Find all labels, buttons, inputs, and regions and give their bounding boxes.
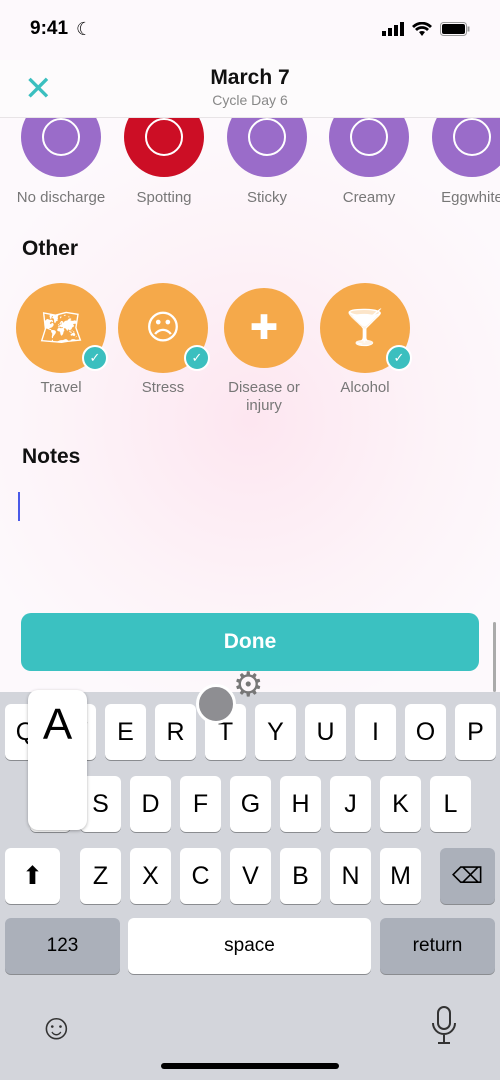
key-c[interactable]: C xyxy=(180,848,221,904)
close-icon[interactable]: ✕ xyxy=(24,72,53,106)
discharge-label: Spotting xyxy=(136,189,192,206)
moon-icon: ☾ xyxy=(76,19,93,39)
nav-header: ✕ March 7 Cycle Day 6 xyxy=(0,60,500,118)
scrollbar[interactable] xyxy=(493,622,496,692)
other-option[interactable]: ✚ xyxy=(224,288,304,368)
return-key[interactable]: return xyxy=(380,918,495,974)
key-o[interactable]: O xyxy=(405,704,446,760)
other-label: Stress xyxy=(141,379,185,396)
done-button[interactable]: Done xyxy=(21,613,479,671)
check-icon: ✓ xyxy=(82,345,108,371)
key-k[interactable]: K xyxy=(380,776,421,832)
key-b[interactable]: B xyxy=(280,848,321,904)
clock: 9:41 xyxy=(30,18,69,39)
key-popup: A xyxy=(28,690,87,830)
cocktail-icon: 🍸 xyxy=(343,309,387,347)
key-i[interactable]: I xyxy=(355,704,396,760)
key-r[interactable]: R xyxy=(155,704,196,760)
other-section-title: Other xyxy=(22,237,79,260)
battery-icon xyxy=(440,22,470,36)
discharge-icon xyxy=(145,118,183,156)
discharge-icon xyxy=(42,118,80,156)
key-u[interactable]: U xyxy=(305,704,346,760)
wifi-icon xyxy=(412,22,432,36)
key-f[interactable]: F xyxy=(180,776,221,832)
key-h[interactable]: H xyxy=(280,776,321,832)
medicine-bottle-icon: ✚ xyxy=(249,309,279,347)
stressed-face-icon: ☹ xyxy=(145,309,181,347)
key-j[interactable]: J xyxy=(330,776,371,832)
page-subtitle: Cycle Day 6 xyxy=(212,92,288,108)
other-label: Disease or injury xyxy=(228,379,300,414)
shift-icon: ⬆ xyxy=(22,862,43,890)
notes-input[interactable] xyxy=(10,480,490,600)
status-bar: 9:41 ☾ xyxy=(0,0,500,60)
signal-icon xyxy=(382,22,404,36)
key-z[interactable]: Z xyxy=(80,848,121,904)
delete-key[interactable]: ⌫ xyxy=(440,848,495,904)
check-icon: ✓ xyxy=(386,345,412,371)
numbers-key[interactable]: 123 xyxy=(5,918,120,974)
microphone-icon[interactable] xyxy=(430,1006,458,1046)
space-key[interactable]: space xyxy=(128,918,371,974)
key-m[interactable]: M xyxy=(380,848,421,904)
delete-icon: ⌫ xyxy=(451,863,484,888)
key-l[interactable]: L xyxy=(430,776,471,832)
emoji-icon[interactable]: ☺ xyxy=(38,1006,75,1048)
key-x[interactable]: X xyxy=(130,848,171,904)
discharge-icon xyxy=(248,118,286,156)
discharge-label: Eggwhite xyxy=(441,189,500,206)
discharge-icon xyxy=(350,118,388,156)
key-e[interactable]: E xyxy=(105,704,146,760)
gear-icon: ⚙ xyxy=(233,666,264,704)
key-n[interactable]: N xyxy=(330,848,371,904)
key-d[interactable]: D xyxy=(130,776,171,832)
key-v[interactable]: V xyxy=(230,848,271,904)
key-g[interactable]: G xyxy=(230,776,271,832)
key-p[interactable]: P xyxy=(455,704,496,760)
discharge-icon xyxy=(453,118,491,156)
page-title: March 7 xyxy=(210,66,290,89)
discharge-label: No discharge xyxy=(16,189,106,206)
key-y[interactable]: Y xyxy=(255,704,296,760)
other-label: Alcohol xyxy=(340,379,390,396)
shift-key[interactable]: ⬆ xyxy=(5,848,60,904)
discharge-label: Creamy xyxy=(342,189,396,206)
map-pin-globe-icon: 🗺 xyxy=(39,309,83,347)
check-icon: ✓ xyxy=(184,345,210,371)
discharge-label: Sticky xyxy=(246,189,287,206)
cursor-drag-handle[interactable] xyxy=(196,684,236,724)
notes-title: Notes xyxy=(22,445,81,468)
other-label: Travel xyxy=(40,379,82,396)
home-indicator xyxy=(161,1063,339,1069)
